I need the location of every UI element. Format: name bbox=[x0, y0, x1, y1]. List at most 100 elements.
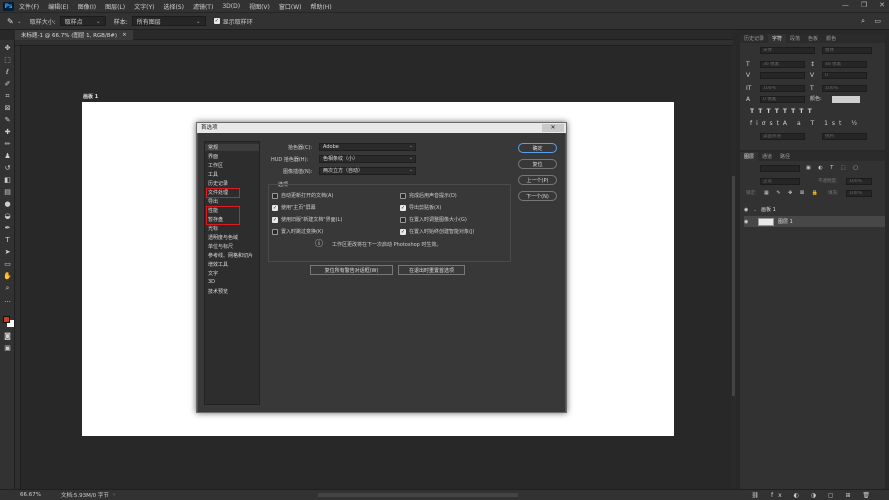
menu-type[interactable]: 文字(Y) bbox=[134, 2, 154, 11]
option-beep[interactable]: 完成后用声音提示(D) bbox=[400, 192, 457, 199]
reset-warnings-button[interactable]: 复位所有警告对话框(W) bbox=[310, 265, 393, 275]
quick-mask-icon[interactable]: ◙ bbox=[3, 332, 12, 340]
opentype-icons[interactable]: fiơstA a T 1st ½ bbox=[750, 120, 861, 127]
ok-button[interactable]: 确定 bbox=[518, 143, 557, 153]
nav-cursors[interactable]: 光标 bbox=[208, 225, 218, 232]
faux-style-icons[interactable]: TTTTTTTT bbox=[750, 108, 816, 115]
menu-view[interactable]: 视图(V) bbox=[249, 2, 270, 11]
hand-tool-icon[interactable]: ✋ bbox=[3, 272, 12, 280]
screen-mode-icon[interactable]: ▣ bbox=[3, 344, 12, 352]
menu-file[interactable]: 文件(F) bbox=[19, 2, 39, 11]
marquee-tool-icon[interactable]: ⬚ bbox=[3, 56, 12, 64]
dodge-tool-icon[interactable]: ◒ bbox=[3, 212, 12, 220]
nav-tools[interactable]: 工具 bbox=[208, 171, 218, 178]
eyedropper-icon[interactable]: ✎ bbox=[3, 116, 12, 124]
foreground-color-swatch[interactable] bbox=[3, 316, 10, 323]
option-auto-update[interactable]: 自动更新打开的文档(A) bbox=[272, 192, 333, 199]
menu-3d[interactable]: 3D(D) bbox=[222, 3, 240, 10]
nav-interface[interactable]: 界面 bbox=[208, 153, 218, 160]
gradient-tool-icon[interactable]: ▤ bbox=[3, 188, 12, 196]
tab-character[interactable]: 字符 bbox=[768, 34, 787, 43]
sample-size-select[interactable]: 取样点 ⌄ bbox=[59, 16, 106, 26]
next-button[interactable]: 下一个(N) bbox=[518, 191, 557, 201]
checkbox-resize-on-place[interactable] bbox=[400, 216, 406, 223]
nav-history[interactable]: 历史记录 bbox=[208, 180, 228, 187]
workspace-icon[interactable]: ▭ bbox=[874, 17, 881, 25]
fill-field[interactable]: 100% bbox=[846, 190, 872, 197]
expand-chevron-icon[interactable]: ⌄ bbox=[753, 207, 761, 213]
checkbox-smart-objects[interactable]: ✓ bbox=[400, 228, 406, 235]
nav-transparency[interactable]: 透明度与色域 bbox=[208, 234, 238, 241]
option-home-screen[interactable]: ✓ 使用"主页"屏幕 bbox=[272, 204, 316, 211]
reset-prefs-on-quit-button[interactable]: 在退出时重置首选项 bbox=[398, 265, 465, 275]
brush-tool-icon[interactable]: ✏ bbox=[3, 140, 12, 148]
close-tab-icon[interactable]: × bbox=[122, 32, 127, 38]
nav-3d[interactable]: 3D bbox=[208, 279, 215, 285]
prev-button[interactable]: 上一个(P) bbox=[518, 175, 557, 185]
layer-row-layer1[interactable]: ◉ 图层 1 bbox=[744, 216, 885, 227]
vertical-ruler[interactable] bbox=[15, 46, 21, 489]
tab-color[interactable]: 颜色 bbox=[822, 35, 840, 42]
horizontal-ruler[interactable] bbox=[15, 40, 733, 46]
font-style-field[interactable]: 粗体 bbox=[822, 47, 872, 54]
nav-workspace[interactable]: 工作区 bbox=[208, 162, 223, 169]
clone-stamp-icon[interactable]: ♟ bbox=[3, 152, 12, 160]
text-color-swatch[interactable] bbox=[832, 96, 860, 103]
option-smart-objects[interactable]: ✓ 在置入时始终创建智能对象(J) bbox=[400, 228, 474, 235]
blend-mode-select[interactable]: 正常 bbox=[760, 178, 800, 185]
visibility-eye-icon[interactable]: ◉ bbox=[744, 207, 753, 213]
kerning-field[interactable] bbox=[760, 72, 805, 79]
more-tools-icon[interactable]: ··· bbox=[3, 298, 12, 306]
frame-tool-icon[interactable]: ⊠ bbox=[3, 104, 12, 112]
language-field[interactable]: 美国英语 bbox=[760, 133, 805, 140]
layer-filter-field[interactable] bbox=[760, 165, 800, 172]
dialog-close-button[interactable]: ✕ bbox=[542, 124, 564, 132]
horizontal-scale-field[interactable]: 100% bbox=[822, 85, 867, 92]
minimize-button[interactable]: — bbox=[842, 1, 849, 9]
pen-tool-icon[interactable]: ✒ bbox=[3, 224, 12, 232]
baseline-field[interactable]: 0 像素 bbox=[760, 96, 805, 103]
status-chevron-icon[interactable]: › bbox=[113, 492, 115, 498]
tracking-field[interactable]: 0 bbox=[822, 72, 867, 79]
menu-window[interactable]: 窗口(W) bbox=[279, 2, 302, 11]
sample-select[interactable]: 所有图层 ⌄ bbox=[131, 16, 206, 26]
option-skip-transform[interactable]: 置入时跳过变换(K) bbox=[272, 228, 323, 235]
color-picker-select[interactable]: Adobe bbox=[319, 143, 416, 151]
zoom-level[interactable]: 66.67% bbox=[20, 492, 41, 498]
font-size-field[interactable]: 36 像素 bbox=[760, 61, 805, 68]
checkbox-auto-update[interactable] bbox=[272, 192, 278, 199]
reset-button[interactable]: 复位 bbox=[518, 159, 557, 169]
type-tool-icon[interactable]: T bbox=[3, 236, 12, 244]
nav-export[interactable]: 导出 bbox=[208, 198, 218, 205]
tab-layers[interactable]: 图层 bbox=[740, 152, 759, 161]
lasso-tool-icon[interactable]: ℓ bbox=[3, 68, 12, 76]
opacity-field[interactable]: 100% bbox=[846, 178, 872, 185]
show-ring-checkbox[interactable]: ✓ bbox=[213, 18, 220, 24]
horizontal-scrollbar[interactable] bbox=[318, 493, 518, 497]
quick-select-tool-icon[interactable]: ✐ bbox=[3, 80, 12, 88]
tab-history[interactable]: 历史记录 bbox=[740, 35, 768, 42]
vertical-scale-field[interactable]: 100% bbox=[760, 85, 805, 92]
tool-preset-chevron-icon[interactable]: ⌄ bbox=[17, 18, 22, 25]
font-family-field[interactable]: 宋体 bbox=[760, 47, 815, 54]
menu-select[interactable]: 选择(S) bbox=[163, 2, 184, 11]
nav-general[interactable]: 常规 bbox=[205, 144, 259, 151]
scrollbar-thumb[interactable] bbox=[732, 176, 735, 396]
menu-layer[interactable]: 图层(L) bbox=[105, 2, 125, 11]
nav-type[interactable]: 文字 bbox=[208, 270, 218, 277]
menu-image[interactable]: 图像(I) bbox=[78, 2, 96, 11]
checkbox-export-clipboard[interactable]: ✓ bbox=[400, 204, 406, 211]
option-resize-on-place[interactable]: 在置入时调整图像大小(G) bbox=[400, 216, 467, 223]
rectangle-tool-icon[interactable]: ▭ bbox=[3, 260, 12, 268]
leading-field[interactable]: 48 像素 bbox=[822, 61, 867, 68]
visibility-eye-icon[interactable]: ◉ bbox=[744, 219, 758, 225]
nav-plugins[interactable]: 增效工具 bbox=[208, 261, 228, 268]
antialias-field[interactable]: 锐利 bbox=[822, 133, 867, 140]
layer-actions-icons[interactable]: ⛓ fx ◐ ◑ ▢ ⊞ 🗑 bbox=[751, 492, 875, 499]
layer-row-artboard[interactable]: ◉ ⌄ 画板 1 bbox=[744, 204, 885, 215]
checkbox-legacy-new-doc[interactable]: ✓ bbox=[272, 216, 278, 223]
document-size[interactable]: 文档:5.93M/0 字节 bbox=[61, 491, 109, 499]
healing-brush-icon[interactable]: ✚ bbox=[3, 128, 12, 136]
history-brush-icon[interactable]: ↺ bbox=[3, 164, 12, 172]
eyedropper-tool-icon[interactable]: ✎ bbox=[7, 17, 14, 26]
